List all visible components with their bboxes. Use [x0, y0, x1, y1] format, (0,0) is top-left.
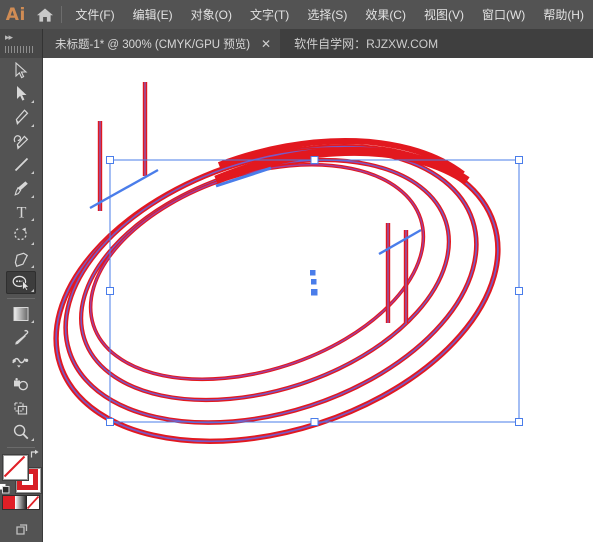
- none-button[interactable]: [27, 496, 39, 510]
- fill-stroke-swatches: [0, 450, 41, 494]
- artwork-ellipse-ring: [53, 82, 523, 444]
- document-tab[interactable]: 未标题-1* @ 300% (CMYK/GPU 预览) ✕: [43, 29, 281, 58]
- none-slash-icon: [3, 456, 26, 478]
- fill-swatch-none[interactable]: [3, 455, 28, 481]
- tool-flyout-indicator: [31, 123, 34, 127]
- direct-selection-tool[interactable]: [6, 83, 36, 106]
- toolbar-drag-handle[interactable]: [5, 46, 35, 53]
- paintbrush-tool[interactable]: [6, 177, 36, 200]
- zoom-tool[interactable]: [6, 421, 36, 444]
- app-logo: Ai: [5, 4, 26, 25]
- menu-file[interactable]: 文件(F): [66, 0, 123, 29]
- handle-top-center[interactable]: [310, 156, 319, 164]
- tool-flyout-indicator: [31, 241, 34, 245]
- handle-top-right[interactable]: [515, 156, 523, 164]
- rotate-tool[interactable]: [6, 224, 36, 247]
- pen-tool[interactable]: [6, 106, 36, 129]
- home-icon[interactable]: [32, 0, 60, 29]
- tool-flyout-indicator: [31, 170, 34, 174]
- double-chevron-right-icon[interactable]: ▸▸: [5, 32, 13, 43]
- handle-middle-right[interactable]: [515, 287, 523, 295]
- menu-window[interactable]: 窗口(W): [473, 0, 534, 29]
- swap-fill-stroke-icon[interactable]: [30, 449, 41, 460]
- tool-flyout-indicator: [31, 265, 34, 269]
- handle-bottom-center[interactable]: [310, 418, 319, 426]
- handle-bottom-left[interactable]: [106, 418, 114, 426]
- anchor-point-1[interactable]: [310, 270, 316, 276]
- tool-flyout-indicator: [31, 194, 34, 198]
- document-tab-bar: ▸▸ 未标题-1* @ 300% (CMYK/GPU 预览) ✕ 软件自学网：R…: [0, 29, 593, 58]
- menu-help[interactable]: 帮助(H): [534, 0, 593, 29]
- default-fill-stroke-icon[interactable]: [0, 483, 10, 494]
- shape-builder-tool[interactable]: [6, 374, 36, 397]
- eraser-tool[interactable]: [6, 248, 36, 271]
- tool-group-divider: [7, 297, 35, 299]
- document-canvas[interactable]: [43, 58, 593, 542]
- panel-dock-toggle[interactable]: ▸▸: [0, 29, 43, 58]
- tool-flyout-indicator: [31, 438, 34, 442]
- curvature-tool[interactable]: [6, 130, 36, 153]
- screen-mode-icon: [15, 523, 27, 535]
- color-button[interactable]: [3, 496, 15, 510]
- artboard-tool[interactable]: [6, 397, 36, 420]
- menu-edit[interactable]: 编辑(E): [124, 0, 182, 29]
- line-segment-tool[interactable]: [6, 153, 36, 176]
- menu-type[interactable]: 文字(T): [241, 0, 298, 29]
- tools-panel: T: [0, 58, 43, 542]
- menu-effect[interactable]: 效果(C): [356, 0, 415, 29]
- document-tab-title: 未标题-1* @ 300% (CMYK/GPU 预览): [55, 38, 251, 51]
- tool-flyout-indicator: [31, 218, 34, 222]
- type-tool[interactable]: T: [6, 201, 36, 224]
- anchor-point-2[interactable]: [311, 279, 317, 285]
- eyedropper-tool[interactable]: [6, 326, 36, 349]
- tool-flyout-indicator: [31, 320, 34, 324]
- menu-bar: Ai 文件(F) 编辑(E) 对象(O) 文字(T) 选择(S) 效果(C) 视…: [0, 0, 593, 29]
- anchor-point-3[interactable]: [311, 289, 318, 296]
- shaper-tool[interactable]: [6, 271, 36, 294]
- blend-tool[interactable]: [6, 350, 36, 373]
- menu-item-list: 文件(F) 编辑(E) 对象(O) 文字(T) 选择(S) 效果(C) 视图(V…: [66, 0, 593, 29]
- close-icon[interactable]: ✕: [258, 29, 274, 58]
- color-mode-buttons: [3, 496, 39, 510]
- illustrator-window: Ai 文件(F) 编辑(E) 对象(O) 文字(T) 选择(S) 效果(C) 视…: [0, 0, 593, 542]
- gradient-tool[interactable]: [6, 303, 36, 326]
- menu-select[interactable]: 选择(S): [298, 0, 356, 29]
- svg-text:T: T: [16, 205, 26, 221]
- handle-middle-left[interactable]: [106, 287, 114, 295]
- tool-group-divider-2: [7, 447, 35, 449]
- blue-highlight-right: [378, 228, 422, 256]
- tool-flyout-indicator: [31, 100, 34, 104]
- screen-mode-button[interactable]: [6, 519, 36, 542]
- center-anchor-points[interactable]: [310, 270, 318, 296]
- menu-separator: [61, 6, 63, 23]
- gradient-button[interactable]: [15, 496, 27, 510]
- menu-view[interactable]: 视图(V): [415, 0, 473, 29]
- tool-flyout-indicator: [31, 288, 34, 292]
- handle-bottom-right[interactable]: [515, 418, 523, 426]
- watermark-text: 软件自学网：RJZXW.COM: [294, 37, 439, 51]
- menu-object[interactable]: 对象(O): [182, 0, 241, 29]
- selection-tool[interactable]: [6, 59, 36, 82]
- handle-top-left[interactable]: [106, 156, 114, 164]
